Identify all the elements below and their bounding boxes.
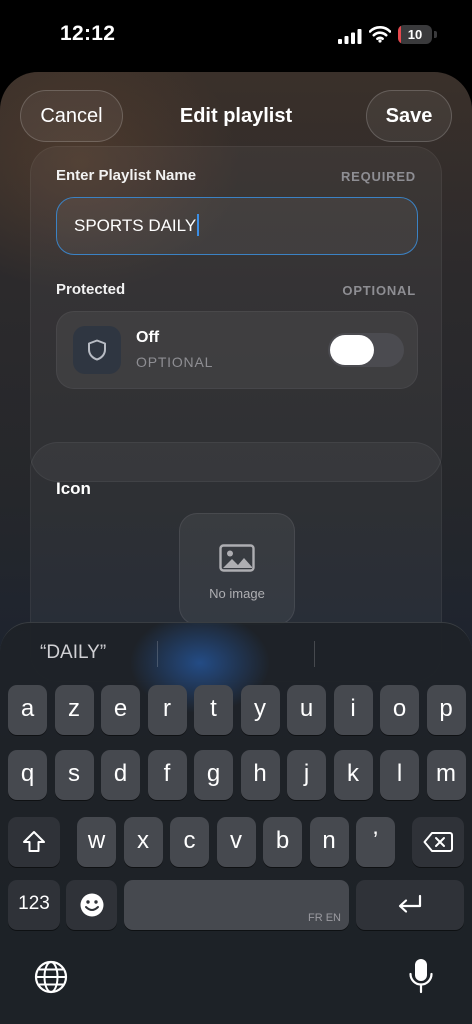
key-x[interactable]: x	[123, 817, 163, 867]
key-l[interactable]: l	[380, 750, 419, 800]
key-v[interactable]: v	[216, 817, 256, 867]
protected-label: Protected	[56, 281, 126, 298]
key-p[interactable]: p	[426, 685, 466, 735]
icon-picker[interactable]: No image	[179, 513, 295, 625]
key-d[interactable]: d	[101, 750, 140, 800]
playlist-name-value: SPORTS DAILY	[74, 216, 197, 235]
status-time: 12:12	[60, 22, 116, 45]
shift-key[interactable]	[8, 817, 60, 867]
microphone-icon[interactable]	[408, 957, 434, 995]
protected-toggle[interactable]	[328, 333, 404, 367]
key-n[interactable]: n	[309, 817, 349, 867]
key-k[interactable]: k	[333, 750, 373, 800]
globe-icon[interactable]	[34, 960, 68, 994]
key-apostrophe[interactable]: ’	[356, 817, 395, 867]
playlist-details-card: Enter Playlist Name REQUIRED SPORTS DAIL…	[30, 146, 442, 482]
emoji-icon	[80, 893, 104, 917]
wifi-icon	[369, 26, 391, 43]
image-icon	[219, 544, 255, 572]
suggestion-1[interactable]: “DAILY”	[40, 631, 106, 675]
status-bar: 12:12 10	[0, 0, 472, 70]
toggle-knob	[330, 335, 374, 365]
key-g[interactable]: g	[194, 750, 233, 800]
protected-row: Off OPTIONAL	[56, 311, 418, 389]
key-f[interactable]: f	[147, 750, 187, 800]
key-m[interactable]: m	[426, 750, 466, 800]
suggestion-divider	[314, 641, 315, 667]
optional-tag: OPTIONAL	[342, 283, 416, 298]
text-cursor	[197, 214, 200, 237]
key-b[interactable]: b	[263, 817, 302, 867]
key-j[interactable]: j	[287, 750, 326, 800]
key-e[interactable]: e	[101, 685, 140, 735]
key-y[interactable]: y	[240, 685, 280, 735]
emoji-key[interactable]	[66, 880, 117, 930]
key-a[interactable]: a	[8, 685, 47, 735]
backspace-icon	[423, 832, 453, 852]
battery-indicator: 10	[398, 25, 432, 44]
shift-icon	[23, 831, 45, 852]
key-u[interactable]: u	[287, 685, 326, 735]
space-key[interactable]: FR EN	[124, 880, 349, 930]
suggestion-3[interactable]	[318, 631, 468, 675]
key-i[interactable]: i	[333, 685, 373, 735]
save-button[interactable]: Save	[366, 90, 452, 142]
key-z[interactable]: z	[54, 685, 94, 735]
suggestion-2[interactable]	[160, 631, 312, 675]
return-key[interactable]	[356, 880, 464, 930]
keyboard: “DAILY” azertyuiop qsdfghjklm w x c v b n’ 12…	[0, 622, 472, 1024]
protected-subtitle: OPTIONAL	[136, 354, 214, 370]
key-c[interactable]: c	[170, 817, 209, 867]
return-icon	[398, 894, 422, 913]
battery-level: 10	[407, 27, 423, 42]
numbers-key[interactable]: 123	[8, 880, 60, 930]
key-o[interactable]: o	[380, 685, 419, 735]
key-t[interactable]: t	[194, 685, 233, 735]
suggestion-divider	[157, 641, 158, 667]
icon-section-label: Icon	[56, 479, 91, 498]
key-q[interactable]: q	[8, 750, 47, 800]
protected-state: Off	[136, 329, 160, 346]
shield-icon	[88, 339, 106, 361]
key-r[interactable]: r	[147, 685, 187, 735]
no-image-label: No image	[209, 586, 265, 601]
playlist-name-input[interactable]: SPORTS DAILY	[56, 197, 418, 255]
key-s[interactable]: s	[54, 750, 94, 800]
key-w[interactable]: w	[77, 817, 116, 867]
shield-icon-tile	[73, 326, 121, 374]
required-tag: REQUIRED	[340, 169, 416, 184]
key-h[interactable]: h	[240, 750, 280, 800]
space-key-languages: FR EN	[308, 912, 341, 924]
battery-nub	[434, 31, 437, 38]
backspace-key[interactable]	[412, 817, 464, 867]
playlist-name-label: Enter Playlist Name	[56, 167, 197, 184]
signal-icon	[338, 29, 362, 44]
suggestion-bar: “DAILY”	[0, 631, 472, 675]
